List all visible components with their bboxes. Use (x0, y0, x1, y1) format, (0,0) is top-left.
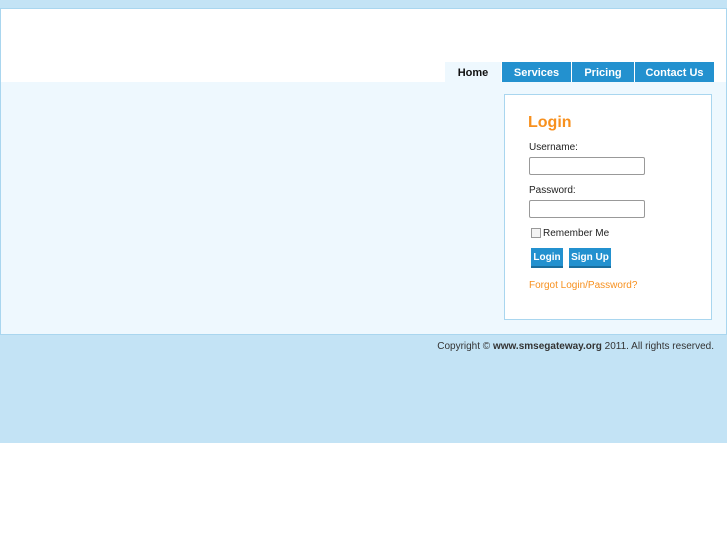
password-input[interactable] (529, 200, 645, 218)
top-band (0, 0, 727, 8)
copyright-prefix: Copyright © (437, 341, 491, 352)
tab-pricing[interactable]: Pricing (572, 62, 634, 83)
copyright-site: www.smsegateway.org (492, 341, 602, 352)
copyright: Copyright © www.smsegateway.org 2011. Al… (437, 341, 714, 352)
login-title: Login (528, 114, 572, 131)
password-label: Password: (529, 185, 576, 196)
remember-me-checkbox[interactable] (531, 228, 541, 238)
tab-home[interactable]: Home (445, 62, 501, 83)
forgot-password-link[interactable]: Forgot Login/Password? (529, 280, 637, 291)
username-input[interactable] (529, 157, 645, 175)
login-panel: Login Username: Password: Remember Me Lo… (504, 94, 712, 320)
sign-up-button[interactable]: Sign Up (569, 248, 611, 268)
login-button[interactable]: Login (531, 248, 563, 268)
copyright-suffix: 2011. All rights reserved. (604, 341, 714, 352)
username-label: Username: (529, 142, 578, 153)
tab-contact-us[interactable]: Contact Us (635, 62, 714, 83)
remember-me-label: Remember Me (543, 228, 610, 239)
page-container: Home Services Pricing Contact Us Login U… (0, 8, 727, 335)
tab-services[interactable]: Services (502, 62, 571, 83)
footer: Copyright © www.smsegateway.org 2011. Al… (0, 335, 727, 443)
